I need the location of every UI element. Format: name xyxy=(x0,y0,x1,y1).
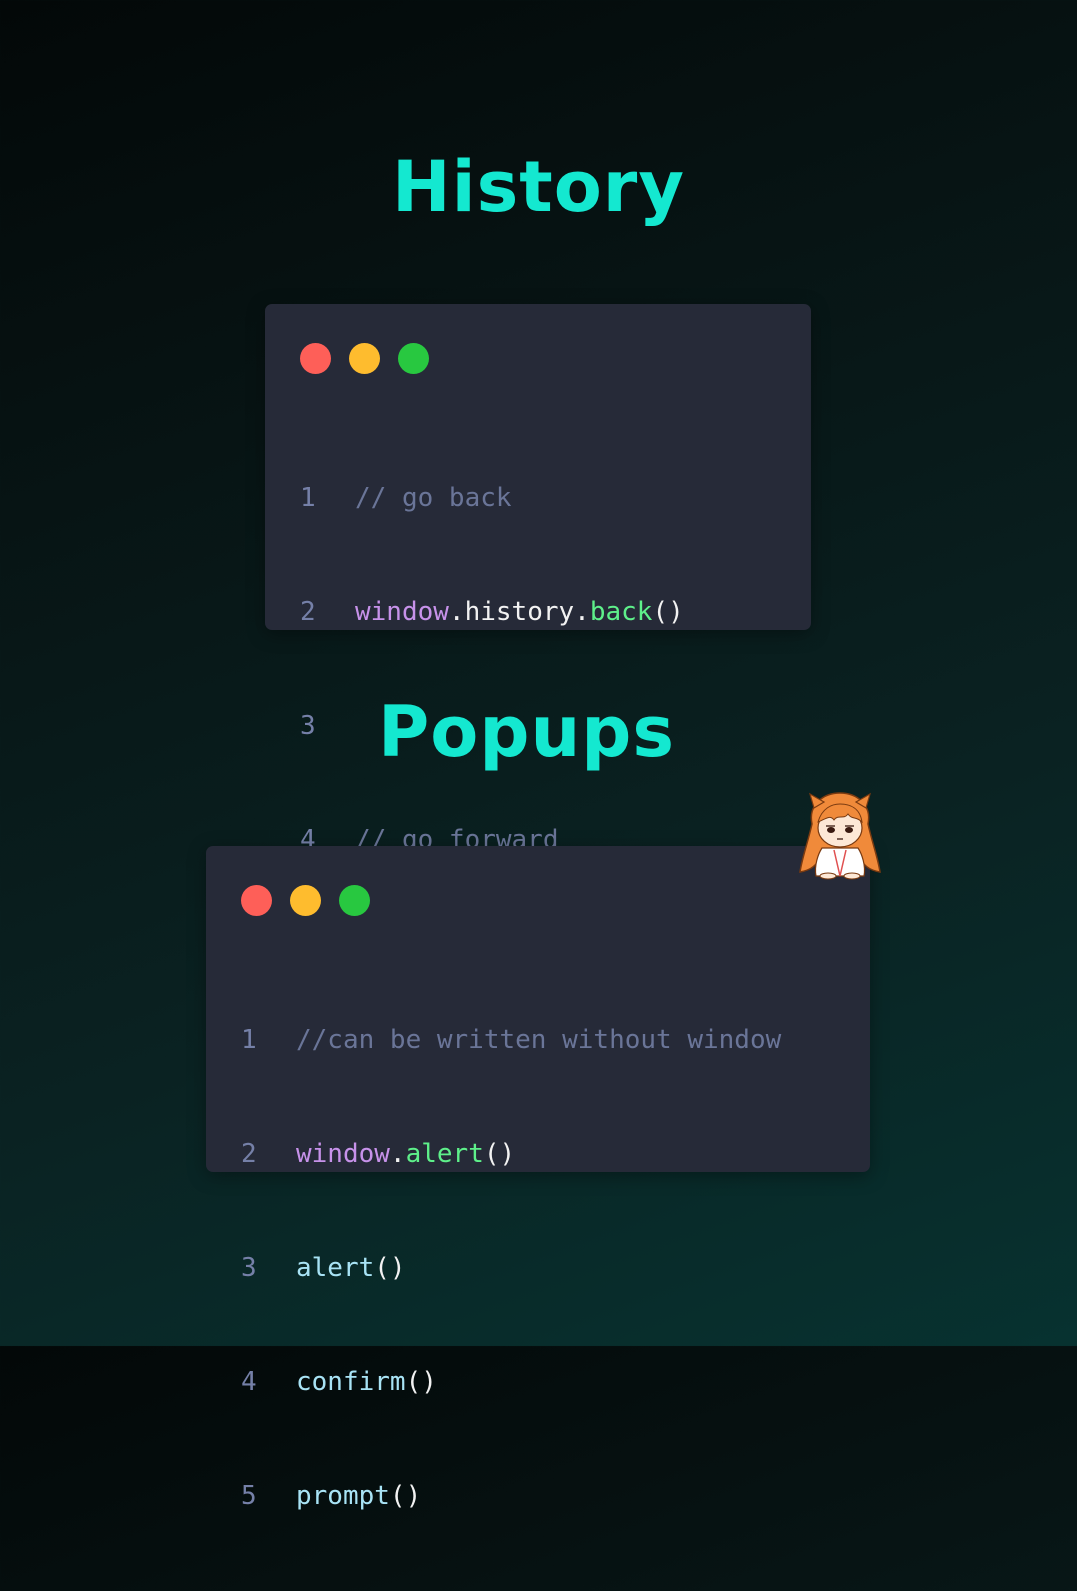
code-comment: // go back xyxy=(355,483,512,513)
anime-girl-sticker-icon xyxy=(799,792,881,880)
code-method: alert xyxy=(405,1139,484,1169)
code-line: 1 // go back xyxy=(300,479,731,517)
code-line: 3 alert() xyxy=(241,1249,781,1287)
code-function: prompt xyxy=(296,1481,390,1511)
line-number: 2 xyxy=(300,597,316,627)
line-number: 3 xyxy=(241,1253,257,1283)
line-number: 1 xyxy=(241,1025,257,1055)
line-number: 1 xyxy=(300,483,316,513)
code-function: confirm xyxy=(296,1367,406,1397)
code-parens: () xyxy=(374,1253,406,1283)
popups-heading: Popups xyxy=(377,691,676,773)
close-dot-icon xyxy=(300,343,331,374)
line-number: 2 xyxy=(241,1139,257,1169)
code-object: window xyxy=(296,1139,390,1169)
code-parens: () xyxy=(389,1481,422,1511)
code-function: alert xyxy=(296,1253,375,1283)
maximize-dot-icon xyxy=(398,343,429,374)
code-line: 5 prompt() xyxy=(241,1477,781,1515)
code-parens: () xyxy=(483,1139,516,1169)
code-parens: () xyxy=(405,1367,437,1397)
minimize-dot-icon xyxy=(349,343,380,374)
window-controls xyxy=(300,343,429,375)
code-method: back xyxy=(589,597,653,627)
code-line: 2 window. history. back() xyxy=(300,593,731,631)
history-code-window: 1// go back 2 window. history. back() 3 4//… xyxy=(265,304,811,969)
popups-code-window: 1 //can be written without window 2 window… xyxy=(206,846,870,1511)
minimize-dot-icon xyxy=(290,885,321,916)
code-object: window xyxy=(355,597,449,627)
maximize-dot-icon xyxy=(339,885,370,916)
line-number: 4 xyxy=(241,1367,257,1397)
line-number: 5 xyxy=(241,1481,257,1511)
code-dot: . xyxy=(389,1139,406,1169)
code-block: 1 //can be written without window 2 window… xyxy=(241,945,781,1591)
code-dot: . xyxy=(448,597,465,627)
code-comment: //can be written without window xyxy=(296,1025,782,1055)
close-dot-icon xyxy=(241,885,272,916)
code-property: history xyxy=(464,597,575,627)
code-line: 4 confirm() xyxy=(241,1363,781,1401)
code-parens: () xyxy=(652,597,684,627)
history-heading: History xyxy=(392,146,685,228)
code-line: 1 //can be written without window xyxy=(241,1021,781,1059)
code-line: 2 window. alert() xyxy=(241,1135,781,1173)
code-dot: . xyxy=(574,597,590,627)
window-controls xyxy=(241,885,370,917)
